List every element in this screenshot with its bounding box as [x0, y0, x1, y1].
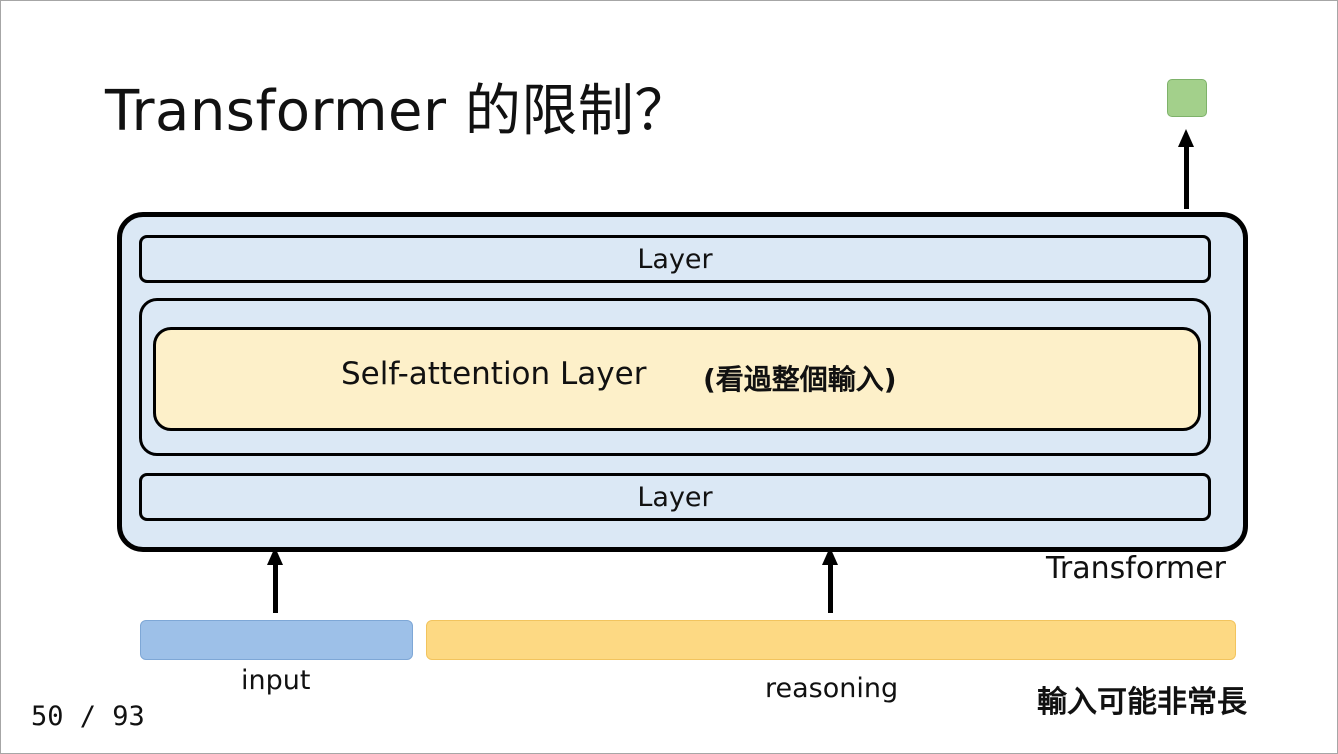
- output-token: [1167, 79, 1207, 117]
- reasoning-bar: [426, 620, 1236, 660]
- long-input-note: 輸入可能非常長: [1037, 685, 1247, 720]
- bottom-layer-label: Layer: [637, 481, 713, 513]
- reasoning-arrow: [822, 547, 838, 613]
- slide: Transformer 的限制？ Layer Self-attention La…: [0, 0, 1338, 754]
- input-arrow: [267, 547, 283, 613]
- input-bar: [140, 620, 413, 660]
- self-attention-layer: [153, 327, 1201, 431]
- output-arrow: [1178, 129, 1194, 209]
- slide-title: Transformer 的限制？: [105, 79, 691, 144]
- top-layer-label: Layer: [637, 243, 713, 275]
- self-attention-label: Self-attention Layer: [341, 356, 647, 392]
- transformer-label: Transformer: [1046, 551, 1227, 586]
- reasoning-label: reasoning: [765, 673, 899, 704]
- input-label: input: [241, 665, 311, 696]
- bottom-layer: Layer: [139, 473, 1211, 521]
- self-attention-note: (看過整個輸入): [703, 363, 897, 396]
- page-number: 50 / 93: [31, 701, 145, 732]
- top-layer: Layer: [139, 235, 1211, 283]
